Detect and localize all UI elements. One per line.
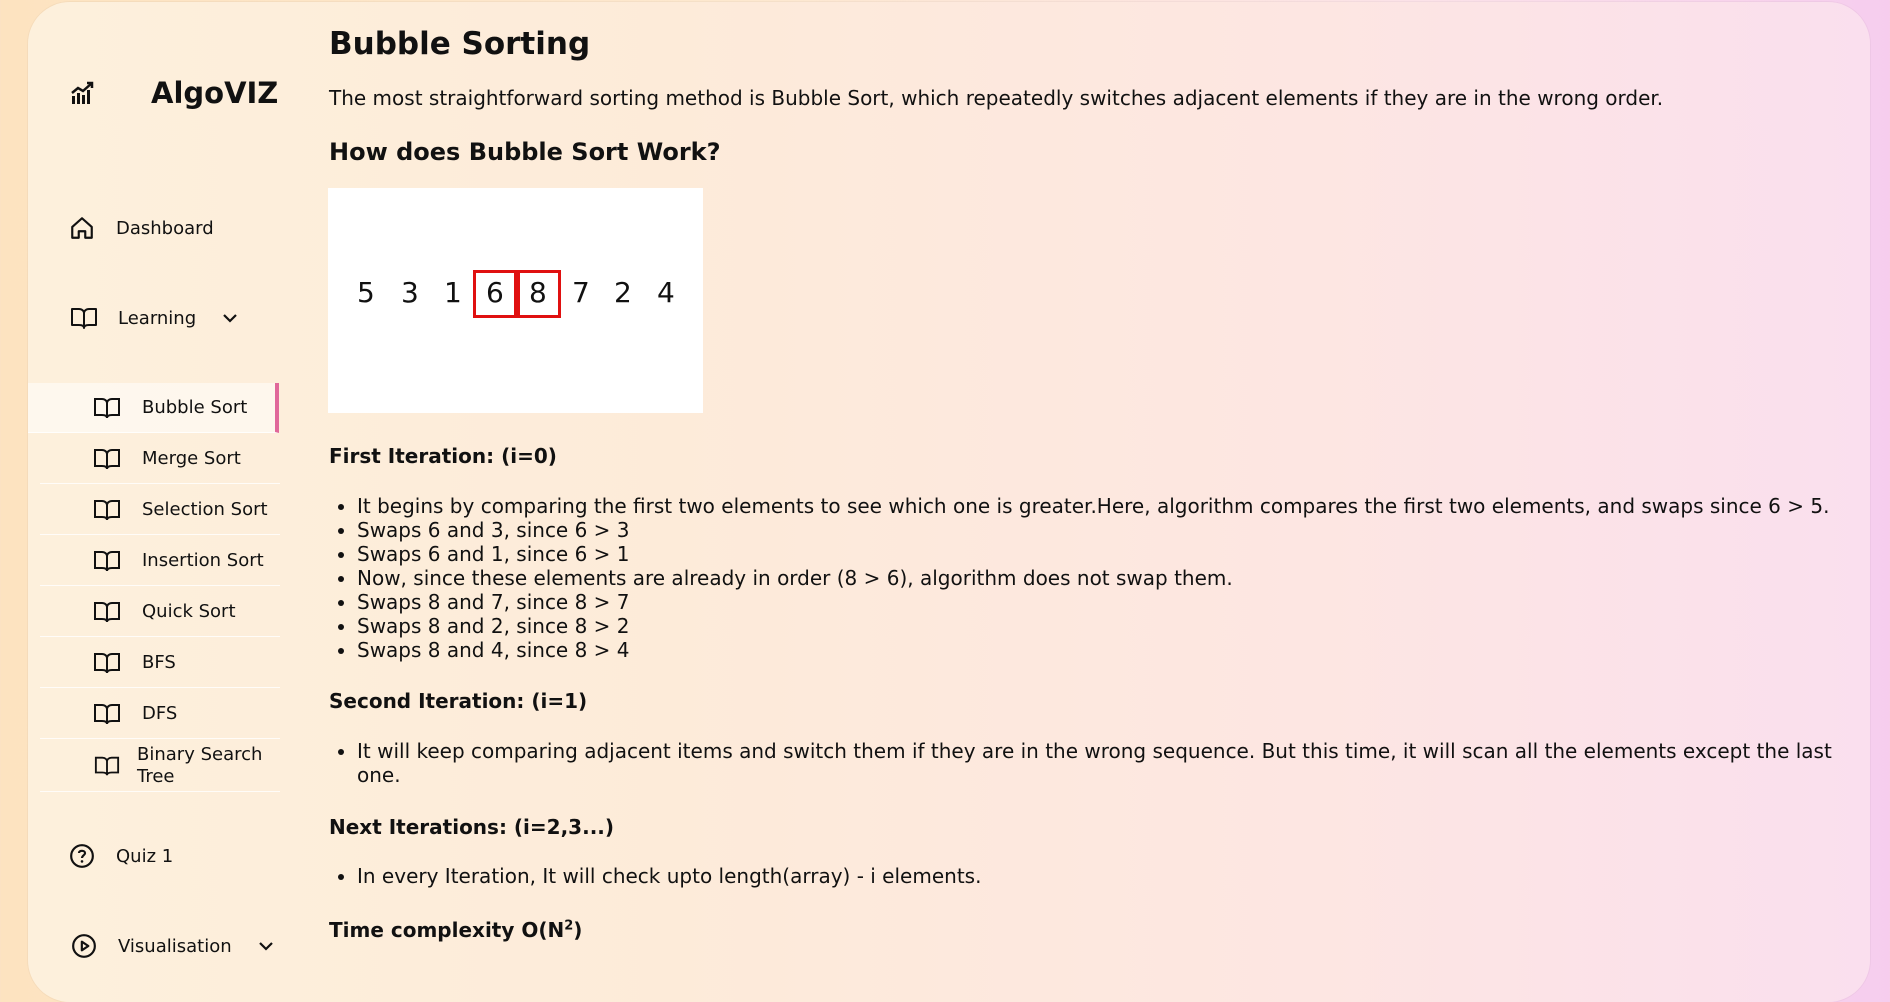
intro-text: The most straightforward sorting method … xyxy=(329,86,1664,110)
home-icon xyxy=(68,214,96,242)
sidebar-item-selection-sort[interactable]: Selection Sort xyxy=(40,485,280,535)
how-heading: How does Bubble Sort Work? xyxy=(329,138,721,166)
sidebar-item-label: Dashboard xyxy=(116,217,214,239)
sidebar-item-quick-sort[interactable]: Quick Sort xyxy=(40,587,280,637)
sidebar-item-dashboard[interactable]: Dashboard xyxy=(68,214,214,242)
sidebar-item-label: Bubble Sort xyxy=(142,397,248,418)
first-iteration-heading: First Iteration: (i=0) xyxy=(329,444,557,468)
list-item: Swaps 6 and 1, since 6 > 1 xyxy=(357,542,1849,566)
help-circle-icon xyxy=(68,842,96,870)
sidebar-item-insertion-sort[interactable]: Insertion Sort xyxy=(40,536,280,586)
complexity-text: Time complexity O(N xyxy=(329,918,565,942)
list-item: It will keep comparing adjacent items an… xyxy=(357,739,1849,787)
sidebar-item-label: Binary Search Tree xyxy=(137,743,263,787)
sidebar-item-label: Insertion Sort xyxy=(142,550,264,571)
array-element: 1 xyxy=(444,276,462,309)
list-item: It begins by comparing the first two ele… xyxy=(357,494,1849,518)
chevron-down-icon[interactable] xyxy=(222,308,238,329)
book-icon xyxy=(93,445,121,473)
array-element: 4 xyxy=(657,276,675,309)
next-iterations-heading: Next Iterations: (i=2,3...) xyxy=(329,815,615,839)
sidebar-item-merge-sort[interactable]: Merge Sort xyxy=(40,434,280,484)
first-iteration-list: It begins by comparing the first two ele… xyxy=(329,494,1849,662)
array-element: 7 xyxy=(572,276,590,309)
book-icon xyxy=(93,752,121,780)
book-icon xyxy=(70,304,98,332)
chart-logo-icon xyxy=(71,81,94,104)
array-element: 8 xyxy=(529,276,547,309)
sidebar-item-label: Selection Sort xyxy=(142,499,268,520)
array-element: 2 xyxy=(614,276,632,309)
sidebar-item-bfs[interactable]: BFS xyxy=(40,638,280,688)
list-item: Swaps 8 and 2, since 8 > 2 xyxy=(357,614,1849,638)
list-item: Swaps 8 and 7, since 8 > 7 xyxy=(357,590,1849,614)
logo xyxy=(70,80,96,106)
page-title: Bubble Sorting xyxy=(329,26,591,62)
array-element: 3 xyxy=(401,276,419,309)
list-item: Swaps 8 and 4, since 8 > 4 xyxy=(357,638,1849,662)
sidebar-item-visualisation[interactable]: Visualisation xyxy=(70,932,274,960)
sidebar-item-quiz[interactable]: Quiz 1 xyxy=(68,842,173,870)
sidebar-item-label: Merge Sort xyxy=(142,448,241,469)
time-complexity-heading: Time complexity O(N2) xyxy=(329,918,582,942)
sidebar-item-label: Quick Sort xyxy=(142,601,236,622)
array-element: 6 xyxy=(486,276,504,309)
sidebar-item-label: BFS xyxy=(142,652,176,673)
book-icon xyxy=(93,649,121,677)
sidebar-item-label: Learning xyxy=(118,307,197,329)
play-circle-icon xyxy=(70,932,98,960)
sidebar-item-bubble-sort[interactable]: Bubble Sort xyxy=(28,383,279,433)
sidebar-item-label: Visualisation xyxy=(118,935,232,957)
second-iteration-heading: Second Iteration: (i=1) xyxy=(329,689,588,713)
chevron-down-icon[interactable] xyxy=(258,936,274,957)
list-item: Swaps 6 and 3, since 6 > 3 xyxy=(357,518,1849,542)
book-icon xyxy=(93,547,121,575)
complexity-exponent: 2 xyxy=(564,918,574,934)
book-icon xyxy=(93,394,121,422)
complexity-close: ) xyxy=(573,918,583,942)
book-icon xyxy=(93,496,121,524)
list-item: Now, since these elements are already in… xyxy=(357,566,1849,590)
book-icon xyxy=(93,598,121,626)
sidebar-item-label: DFS xyxy=(142,703,178,724)
list-item: In every Iteration, It will check upto l… xyxy=(357,864,1849,888)
second-iteration-list: It will keep comparing adjacent items an… xyxy=(329,739,1849,787)
next-iterations-list: In every Iteration, It will check upto l… xyxy=(329,864,1849,888)
sidebar-item-binary-search-tree[interactable]: Binary Search Tree xyxy=(40,740,280,792)
sidebar-item-learning[interactable]: Learning xyxy=(70,304,238,332)
bubble-sort-illustration: 5 3 1 6 8 7 2 4 xyxy=(328,188,703,413)
sidebar-item-label: Quiz 1 xyxy=(116,845,174,867)
sidebar-item-dfs[interactable]: DFS xyxy=(40,689,280,739)
book-icon xyxy=(93,700,121,728)
array-element: 5 xyxy=(357,276,375,309)
app-name: AlgoVIZ xyxy=(151,76,279,110)
